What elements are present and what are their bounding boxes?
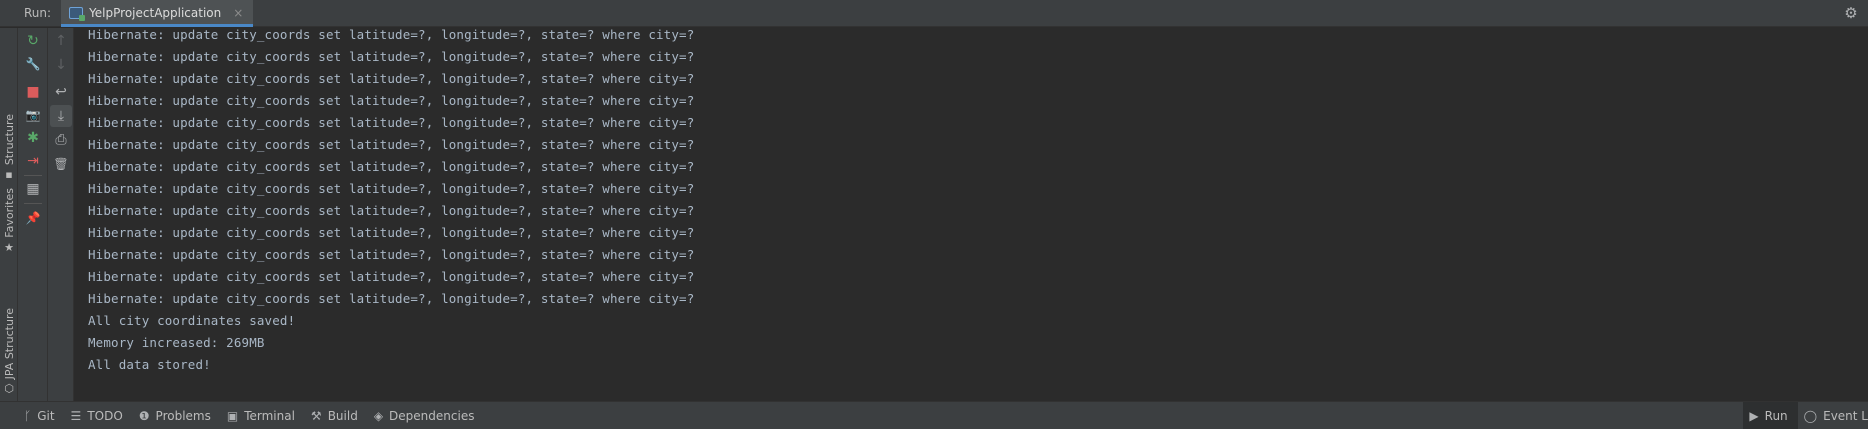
console-output[interactable]: Hibernate: update city_coords set latitu… <box>75 28 1868 401</box>
sidebar-item-jpa-structure[interactable]: JPA Structure ⬡ <box>0 308 18 395</box>
tool-tab-label: Run <box>1764 409 1788 423</box>
tool-tab-problems[interactable]: ❶ Problems <box>133 402 221 429</box>
run-label: Run: <box>24 6 52 20</box>
tool-tab-label: Problems <box>155 408 211 423</box>
terminal-icon: ▣ <box>226 408 239 423</box>
debug-bug-icon[interactable]: ✱ <box>22 127 44 149</box>
exit-icon[interactable]: ⇥ <box>22 150 44 172</box>
problems-icon: ❶ <box>138 408 150 423</box>
console-line: Hibernate: update city_coords set latitu… <box>88 203 695 218</box>
console-line: Hibernate: update city_coords set latitu… <box>88 269 695 284</box>
tool-tab-event-log[interactable]: ◯ Event L <box>1798 402 1868 429</box>
bottom-tool-bar-right: ▶ Run ◯ Event L <box>1743 402 1868 429</box>
tool-tab-git[interactable]: ᚴ Git <box>18 402 65 429</box>
tool-tab-run[interactable]: ▶ Run <box>1743 402 1798 429</box>
ide-run-window: Run: YelpProjectApplication × ⚙ Structur… <box>0 0 1868 429</box>
console-line: All data stored! <box>88 357 211 372</box>
trash-icon[interactable]: 🗑 <box>50 153 72 175</box>
jpa-icon: ⬡ <box>4 382 14 396</box>
tool-tab-label: Build <box>327 408 358 423</box>
tool-tab-label: Event L <box>1823 409 1868 423</box>
tool-tab-label: Dependencies <box>389 408 475 423</box>
run-toolbar-secondary: ↑ ↓ ↩ ⤓ ⎙ 🗑 <box>48 28 74 401</box>
close-icon[interactable]: × <box>233 6 243 20</box>
soft-wrap-icon[interactable]: ↩ <box>50 81 72 103</box>
run-play-icon: ▶ <box>1749 409 1759 423</box>
tool-tab-dependencies[interactable]: ◈ Dependencies <box>368 402 485 429</box>
sidebar-item-favorites[interactable]: Favorites ★ <box>0 188 18 254</box>
console-line: Hibernate: update city_coords set latitu… <box>88 291 695 306</box>
structure-icon: ▪ <box>5 168 13 182</box>
scroll-to-end-icon[interactable]: ⤓ <box>50 105 72 127</box>
arrow-up-icon[interactable]: ↑ <box>50 30 72 52</box>
tab-yelp-project-application[interactable]: YelpProjectApplication × <box>61 0 254 27</box>
wrench-icon[interactable]: 🔧 <box>22 53 44 75</box>
hammer-icon: ⚒ <box>310 408 322 423</box>
console-line: Hibernate: update city_coords set latitu… <box>88 225 695 240</box>
left-tool-strip: Structure ▪ Favorites ★ JPA Structure ⬡ <box>0 28 18 401</box>
git-branch-icon: ᚴ <box>24 408 32 423</box>
spring-app-icon <box>69 7 86 21</box>
bottom-tool-bar: ᚴ Git ☰ TODO ❶ Problems ▣ Terminal ⚒ Bui… <box>0 401 1868 429</box>
run-toolbar-primary: ↻ 🔧 ■ 📷 ✱ ⇥ ▦ 📌 <box>18 28 48 401</box>
tool-tab-label: TODO <box>87 408 123 423</box>
console-line: Hibernate: update city_coords set latitu… <box>88 137 695 152</box>
console-line: Hibernate: update city_coords set latitu… <box>88 28 695 42</box>
pin-icon[interactable]: 📌 <box>22 207 44 229</box>
rerun-icon[interactable]: ↻ <box>22 30 44 52</box>
tool-tab-build[interactable]: ⚒ Build <box>305 402 368 429</box>
console-line: Hibernate: update city_coords set latitu… <box>88 49 695 64</box>
console-line: Memory increased: 269MB <box>88 335 265 350</box>
structure-label: Structure <box>2 114 16 166</box>
console-line: Hibernate: update city_coords set latitu… <box>88 159 695 174</box>
run-tool-window-header: Run: YelpProjectApplication × ⚙ <box>0 0 1868 27</box>
gear-icon[interactable]: ⚙ <box>1842 4 1860 22</box>
jpa-structure-label: JPA Structure <box>2 308 16 380</box>
toolbar-separator <box>24 203 42 204</box>
console-line: Hibernate: update city_coords set latitu… <box>88 181 695 196</box>
console-line: Hibernate: update city_coords set latitu… <box>88 115 695 130</box>
layout-icon[interactable]: ▦ <box>22 178 44 200</box>
stop-icon[interactable]: ■ <box>22 81 44 103</box>
sidebar-item-structure[interactable]: Structure ▪ <box>0 114 18 181</box>
tool-tab-terminal[interactable]: ▣ Terminal <box>221 402 305 429</box>
event-log-icon: ◯ <box>1803 409 1818 423</box>
tool-tab-label: Git <box>37 408 55 423</box>
print-icon[interactable]: ⎙ <box>50 129 72 151</box>
favorites-label: Favorites <box>2 188 16 238</box>
console-line: All city coordinates saved! <box>88 313 296 328</box>
tool-tab-todo[interactable]: ☰ TODO <box>65 402 133 429</box>
camera-icon[interactable]: 📷 <box>22 104 44 126</box>
arrow-down-icon[interactable]: ↓ <box>50 54 72 76</box>
console-line: Hibernate: update city_coords set latitu… <box>88 93 695 108</box>
todo-list-icon: ☰ <box>70 408 82 423</box>
tab-title: YelpProjectApplication <box>89 6 222 20</box>
dependencies-icon: ◈ <box>373 408 384 423</box>
console-line: Hibernate: update city_coords set latitu… <box>88 71 695 86</box>
tool-tab-label: Terminal <box>244 408 295 423</box>
star-icon: ★ <box>4 240 14 254</box>
console-line: Hibernate: update city_coords set latitu… <box>88 247 695 262</box>
toolbar-separator <box>24 175 42 176</box>
